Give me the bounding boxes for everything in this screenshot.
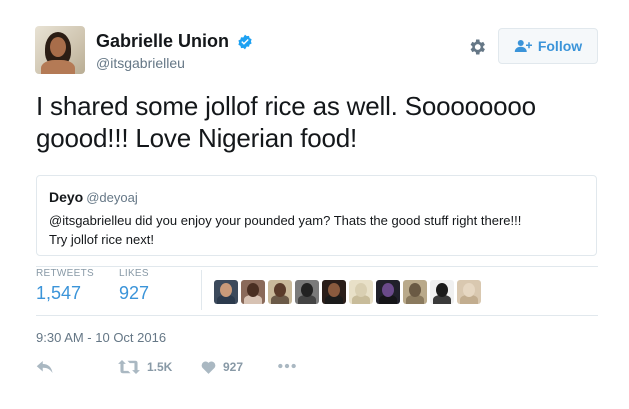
quoted-tweet[interactable]: Deyo @deyoaj @itsgabrielleu did you enjoy… — [36, 175, 597, 256]
quoted-author-handle: @deyoaj — [86, 190, 138, 205]
retweets-value: 1,547 — [36, 283, 82, 303]
liker-avatars — [214, 280, 481, 304]
liker-avatar[interactable] — [268, 280, 292, 304]
liker-avatar-head — [436, 283, 448, 297]
retweets-label: RETWEETS — [36, 268, 94, 279]
liker-avatar-head — [301, 283, 313, 297]
divider-bottom — [36, 315, 598, 316]
quoted-tweet-line-1: @itsgabrielleu did you enjoy your pounde… — [49, 213, 522, 228]
liker-avatar-head — [247, 283, 259, 297]
tweet-timestamp[interactable]: 9:30 AM - 10 Oct 2016 — [36, 330, 166, 345]
divider-top — [36, 266, 598, 267]
quoted-author: Deyo @deyoaj — [49, 189, 584, 205]
liker-avatar[interactable] — [322, 280, 346, 304]
liker-avatar[interactable] — [349, 280, 373, 304]
heart-icon — [201, 361, 216, 374]
tweet-text: I shared some jollof rice as well. Soooo… — [36, 91, 536, 153]
liker-avatar[interactable] — [376, 280, 400, 304]
reply-button[interactable] — [36, 360, 54, 374]
liker-avatar-head — [220, 283, 232, 297]
more-icon — [278, 363, 296, 369]
add-user-icon — [514, 40, 532, 52]
liker-avatar-head — [382, 283, 394, 297]
liker-avatar[interactable] — [295, 280, 319, 304]
liker-avatar-head — [409, 283, 421, 297]
retweet-count: 1.5K — [147, 360, 173, 374]
quoted-author-name: Deyo — [49, 189, 84, 205]
likes-stat[interactable]: LIKES 927 — [119, 268, 149, 304]
retweet-button[interactable]: 1.5K — [118, 360, 172, 374]
liker-avatar[interactable] — [241, 280, 265, 304]
liker-avatar[interactable] — [457, 280, 481, 304]
stats-separator — [201, 270, 202, 310]
liker-avatar-head — [328, 283, 340, 297]
quoted-tweet-text: @itsgabrielleu did you enjoy your pounde… — [49, 211, 584, 249]
liker-avatar-head — [355, 283, 367, 297]
tweet-header: Gabrielle Union @itsgabrielleu Follow — [35, 26, 600, 76]
likes-label: LIKES — [119, 268, 149, 279]
author-display-name[interactable]: Gabrielle Union — [96, 31, 229, 52]
follow-button[interactable]: Follow — [498, 28, 598, 64]
author-info: Gabrielle Union @itsgabrielleu — [96, 31, 253, 71]
avatar-face — [50, 37, 66, 57]
liker-avatar-head — [463, 283, 475, 297]
avatar-shoulder — [41, 60, 75, 74]
retweet-icon — [118, 360, 140, 374]
quoted-tweet-line-2: Try jollof rice next! — [49, 232, 154, 247]
avatar[interactable] — [35, 26, 85, 74]
like-count: 927 — [223, 360, 244, 374]
likes-value: 927 — [119, 283, 150, 303]
reply-icon — [36, 361, 53, 373]
author-handle[interactable]: @itsgabrielleu — [96, 55, 253, 71]
more-button[interactable] — [277, 361, 297, 371]
gear-icon[interactable] — [467, 37, 487, 57]
follow-label: Follow — [537, 38, 583, 54]
like-button[interactable]: 927 — [201, 360, 243, 374]
liker-avatar[interactable] — [214, 280, 238, 304]
verified-badge-icon — [238, 34, 253, 49]
liker-avatar[interactable] — [430, 280, 454, 304]
retweets-stat[interactable]: RETWEETS 1,547 — [36, 268, 94, 304]
liker-avatar[interactable] — [403, 280, 427, 304]
liker-avatar-head — [274, 283, 286, 297]
